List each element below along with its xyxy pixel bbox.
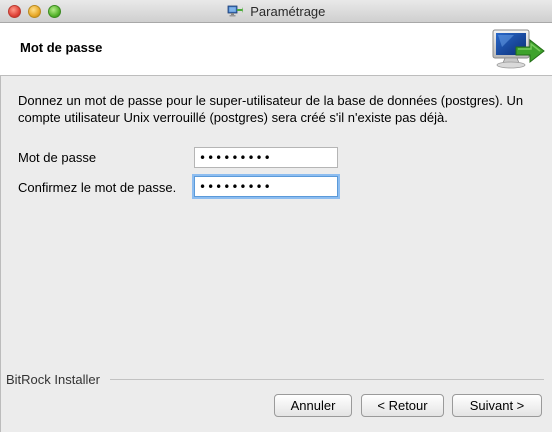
footer-divider: [110, 379, 544, 380]
installer-icon: [227, 4, 243, 21]
window-title: Paramétrage: [250, 4, 326, 19]
next-button[interactable]: Suivant >: [452, 394, 542, 417]
confirm-password-field[interactable]: [194, 176, 338, 197]
page-title: Mot de passe: [20, 40, 103, 55]
cancel-button[interactable]: Annuler: [274, 394, 352, 417]
password-field[interactable]: [194, 147, 338, 168]
window-title-group: Paramétrage: [0, 4, 552, 21]
title-bar[interactable]: Paramétrage: [0, 0, 552, 23]
installer-window: Paramétrage Mot de passe Donnez un mot d…: [0, 0, 552, 432]
confirm-password-label: Confirmez le mot de passe.: [18, 180, 177, 195]
back-button[interactable]: < Retour: [361, 394, 444, 417]
computer-arrow-icon: [490, 27, 546, 76]
instructions-text: Donnez un mot de passe pour le super-uti…: [18, 93, 524, 125]
password-label: Mot de passe: [18, 150, 97, 165]
page-header: Mot de passe: [0, 23, 552, 76]
installer-brand: BitRock Installer: [6, 372, 100, 387]
window-left-border: [0, 23, 1, 432]
